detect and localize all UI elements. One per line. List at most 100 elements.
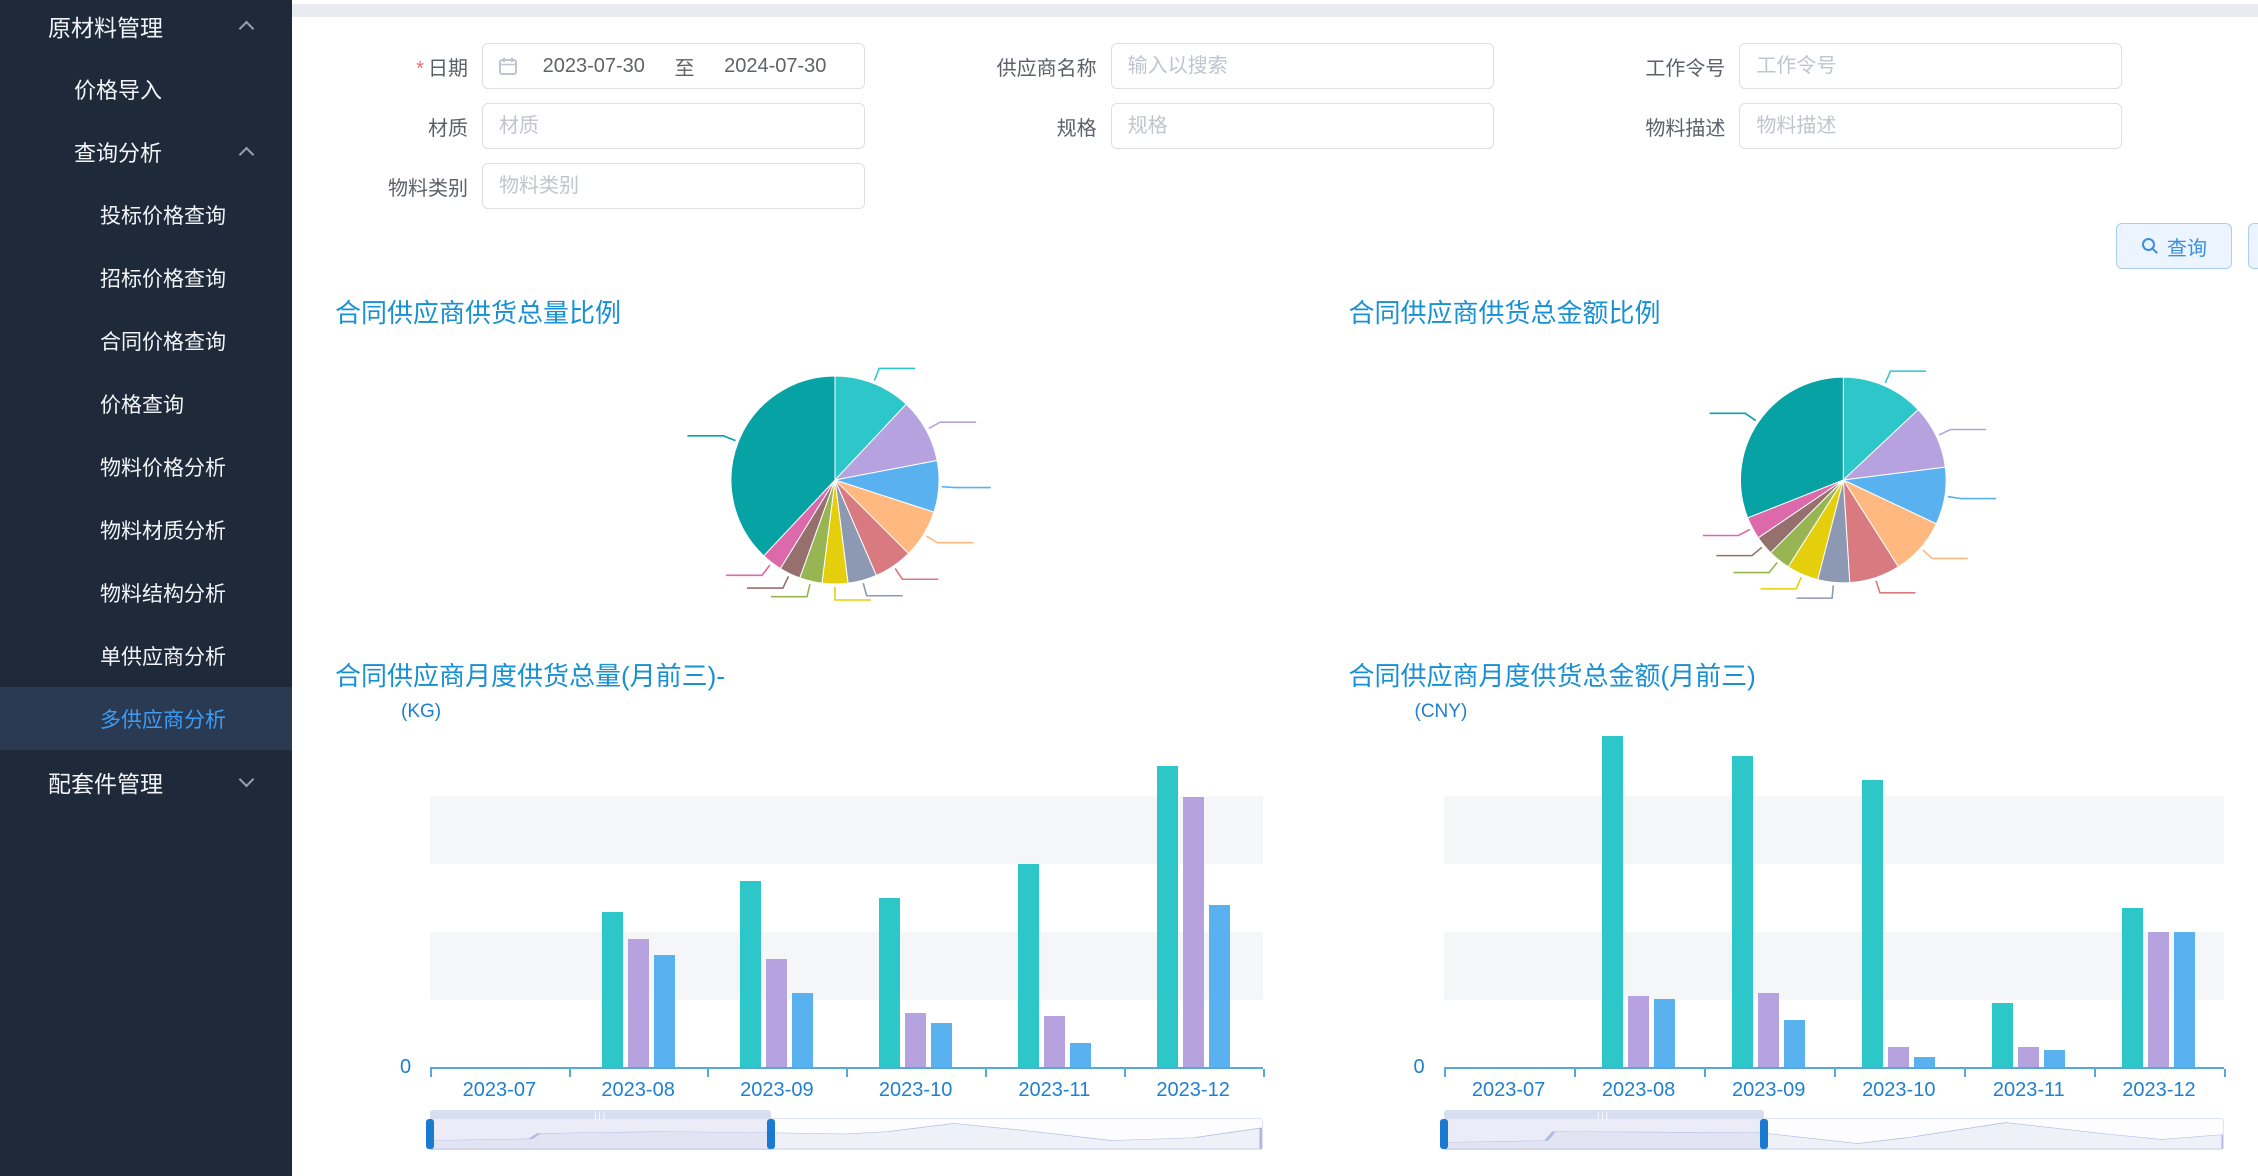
sidebar-item-投标价格查询[interactable]: 投标价格查询 xyxy=(0,183,292,246)
pie-label-leader-line xyxy=(771,584,810,597)
x-axis-tick xyxy=(2224,1069,2226,1077)
date-end-value[interactable]: 2024-07-30 xyxy=(701,55,851,78)
bar xyxy=(1862,780,1883,1067)
work-order-label: 工作令号 xyxy=(1589,52,1739,81)
sidebar-item-label: 单供应商分析 xyxy=(100,641,226,671)
sidebar-item-多供应商分析[interactable]: 多供应商分析 xyxy=(0,687,292,750)
spec-input[interactable] xyxy=(1111,103,1494,149)
pie-label-leader-line xyxy=(1796,585,1833,598)
pie-label-leader-line xyxy=(1875,581,1915,593)
chevron-up-icon xyxy=(239,21,255,37)
pie-label-leader-line xyxy=(929,422,976,428)
search-form: *日期 2023-07-30 至 2024-07-30 供应商名称 工作令号 xyxy=(292,17,2258,209)
sidebar-item-物料价格分析[interactable]: 物料价格分析 xyxy=(0,435,292,498)
bar xyxy=(1018,864,1039,1067)
date-range-picker[interactable]: 2023-07-30 至 2024-07-30 xyxy=(482,43,865,89)
bar-chart-amount-card: 合同供应商月度供货总金额(月前三) (CNY) 0 2023-072023-08… xyxy=(1297,630,2258,1150)
calendar-icon xyxy=(497,55,519,77)
pie-chart-amount-card: 合同供应商供货总金额比例 xyxy=(1297,279,2258,630)
date-start-value[interactable]: 2023-07-30 xyxy=(519,55,669,78)
bar-group-2023-07 xyxy=(1444,729,1574,1067)
x-axis-tick xyxy=(569,1069,571,1077)
pie-label-leader-line xyxy=(687,436,735,441)
slider-right-handle[interactable] xyxy=(1760,1119,1768,1149)
bar-group-2023-10 xyxy=(846,729,985,1067)
y-axis-zero-label: 0 xyxy=(1414,1056,1425,1079)
sidebar-item-合同价格查询[interactable]: 合同价格查询 xyxy=(0,309,292,372)
slider-window[interactable] xyxy=(430,1118,771,1150)
x-axis-label: 2023-10 xyxy=(846,1079,985,1102)
slider-window[interactable] xyxy=(1444,1118,1764,1150)
bar-group-2023-11 xyxy=(1964,729,2094,1067)
sidebar-item-价格查询[interactable]: 价格查询 xyxy=(0,372,292,435)
data-zoom-slider[interactable]: ||| xyxy=(1444,1118,2225,1150)
sidebar-item-招标价格查询[interactable]: 招标价格查询 xyxy=(0,246,292,309)
material-category-input[interactable] xyxy=(482,163,865,209)
bar xyxy=(766,959,787,1067)
material-desc-field: 物料描述 xyxy=(1589,103,2218,149)
bar xyxy=(1070,1043,1091,1067)
sidebar-item-原材料管理[interactable]: 原材料管理 xyxy=(0,0,292,57)
sidebar-item-label: 合同价格查询 xyxy=(100,326,226,356)
bar xyxy=(628,939,649,1067)
sidebar-item-价格导入[interactable]: 价格导入 xyxy=(0,57,292,120)
slider-move-handle[interactable]: ||| xyxy=(1444,1110,1764,1119)
supplier-field: 供应商名称 xyxy=(961,43,1590,89)
slider-left-handle[interactable] xyxy=(1440,1119,1448,1149)
sidebar: 原材料管理价格导入查询分析投标价格查询招标价格查询合同价格查询价格查询物料价格分… xyxy=(0,0,292,1176)
pie-label-leader-line xyxy=(1885,371,1926,383)
slider-right-handle[interactable] xyxy=(767,1119,775,1149)
bar-amount-unit: (CNY) xyxy=(1415,701,2258,723)
x-axis-label: 2023-09 xyxy=(1704,1079,1834,1102)
sidebar-item-label: 物料材质分析 xyxy=(100,515,226,545)
sidebar-item-label: 配套件管理 xyxy=(48,765,163,799)
pie-label-leader-line xyxy=(895,568,938,579)
material-desc-input[interactable] xyxy=(1739,103,2122,149)
material-field: 材质 xyxy=(332,103,961,149)
bar xyxy=(2174,932,2195,1067)
bar-amount-title: 合同供应商月度供货总金额(月前三) xyxy=(1349,656,2258,693)
sidebar-item-配套件管理[interactable]: 配套件管理 xyxy=(0,750,292,813)
supplier-input[interactable] xyxy=(1111,43,1494,89)
x-axis-tick xyxy=(1574,1069,1576,1077)
sidebar-item-单供应商分析[interactable]: 单供应商分析 xyxy=(0,624,292,687)
sidebar-item-查询分析[interactable]: 查询分析 xyxy=(0,120,292,183)
material-label: 材质 xyxy=(332,112,482,141)
pie-amount-chart xyxy=(1349,330,2258,630)
x-axis-tick xyxy=(1704,1069,1706,1077)
material-input[interactable] xyxy=(482,103,865,149)
query-button[interactable]: 查询 xyxy=(2116,223,2232,269)
x-axis-label: 2023-08 xyxy=(569,1079,708,1102)
pie-label-leader-line xyxy=(1760,577,1801,589)
pie-label-leader-line xyxy=(874,368,915,380)
bar xyxy=(602,912,623,1067)
sidebar-item-物料材质分析[interactable]: 物料材质分析 xyxy=(0,498,292,561)
x-axis-tick xyxy=(1124,1069,1126,1077)
bar-group-2023-07 xyxy=(430,729,569,1067)
x-axis-tick xyxy=(1444,1069,1446,1077)
sidebar-item-物料结构分析[interactable]: 物料结构分析 xyxy=(0,561,292,624)
partial-button-cutoff[interactable] xyxy=(2248,223,2258,269)
required-asterisk: * xyxy=(416,58,424,80)
bar xyxy=(931,1023,952,1067)
data-zoom-slider[interactable]: ||| xyxy=(430,1118,1263,1150)
x-axis-tick xyxy=(1834,1069,1836,1077)
x-axis-label: 2023-10 xyxy=(1834,1079,1964,1102)
bar-quantity-unit: (KG) xyxy=(401,701,1297,723)
bar xyxy=(1602,736,1623,1067)
chevron-down-icon xyxy=(239,772,255,788)
bar-group-2023-12 xyxy=(1124,729,1263,1067)
sidebar-item-label: 原材料管理 xyxy=(48,9,163,43)
slider-left-handle[interactable] xyxy=(426,1119,434,1149)
bar-group-2023-12 xyxy=(2094,729,2224,1067)
sidebar-item-label: 多供应商分析 xyxy=(100,704,226,734)
work-order-input[interactable] xyxy=(1739,43,2122,89)
sidebar-item-label: 投标价格查询 xyxy=(100,200,226,230)
bar-quantity-plot: 0 xyxy=(430,729,1263,1069)
x-axis-label: 2023-08 xyxy=(1574,1079,1704,1102)
bar-group-2023-08 xyxy=(569,729,708,1067)
bar xyxy=(1183,797,1204,1067)
bar xyxy=(740,881,761,1067)
slider-move-handle[interactable]: ||| xyxy=(430,1110,771,1119)
x-axis-label: 2023-09 xyxy=(708,1079,847,1102)
